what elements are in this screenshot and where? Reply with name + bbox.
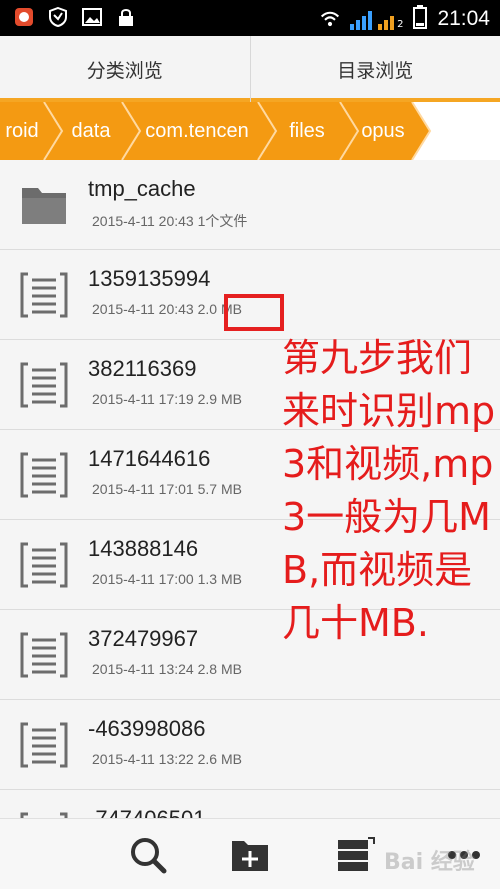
file-meta: 2015-4-11 20:43 1个文件 [92, 213, 248, 229]
storage-icon [338, 837, 375, 871]
storage-button[interactable] [334, 833, 378, 877]
breadcrumb-item-package[interactable]: com.tencen [136, 102, 258, 160]
search-button[interactable] [126, 833, 170, 877]
new-folder-icon [232, 841, 268, 871]
annotation-text: 第九步我们来时识别mp3和视频,mp3一般为几MB,而视频是几十MB. [282, 336, 496, 645]
file-name: 1471644616 [88, 446, 211, 471]
breadcrumb-item-data[interactable]: data [60, 102, 122, 160]
list-item[interactable]: -463998086 2015-4-11 13:22 2.6 MB [0, 700, 500, 790]
breadcrumb: roid data com.tencen files opus [0, 102, 500, 160]
file-name: 382116369 [88, 356, 197, 381]
file-name: 1359135994 [88, 266, 211, 291]
list-item[interactable]: -747406501 [0, 790, 500, 818]
image-icon [82, 7, 102, 27]
file-meta: 2015-4-11 17:00 1.3 MB [92, 571, 242, 587]
tab-category-browse[interactable]: 分类浏览 [0, 36, 251, 102]
list-item[interactable]: tmp_cache 2015-4-11 20:43 1个文件 [0, 160, 500, 250]
file-name: -463998086 [88, 716, 206, 741]
sim-label: 2 [397, 19, 404, 30]
shield-icon [48, 7, 68, 27]
file-name: 143888146 [88, 536, 199, 561]
status-bar: 2 21:04 [0, 0, 500, 36]
size-highlight-box [224, 294, 284, 331]
breadcrumb-item-roid[interactable]: roid [0, 102, 44, 160]
tab-directory-browse[interactable]: 目录浏览 [250, 36, 500, 102]
file-name: -747406501 [88, 806, 205, 818]
wifi-icon [320, 9, 340, 29]
file-meta: 2015-4-11 13:22 2.6 MB [92, 751, 242, 767]
search-icon [131, 838, 167, 874]
document-icon [20, 632, 68, 678]
breadcrumb-item-files[interactable]: files [274, 102, 340, 160]
file-name: 372479967 [88, 626, 199, 651]
file-meta: 2015-4-11 13:24 2.8 MB [92, 661, 242, 677]
signal-bars-icon: 2 [350, 8, 403, 30]
document-icon [20, 542, 68, 588]
document-icon [20, 452, 68, 498]
document-icon [20, 272, 68, 318]
document-icon [20, 722, 68, 768]
tab-bar: 分类浏览 目录浏览 [0, 36, 500, 102]
file-name: tmp_cache [88, 176, 196, 201]
file-meta: 2015-4-11 17:19 2.9 MB [92, 391, 242, 407]
new-folder-button[interactable] [228, 833, 272, 877]
document-icon [20, 812, 68, 818]
battery-icon [413, 5, 428, 33]
app-notification-icon [14, 7, 34, 27]
document-icon [20, 362, 68, 408]
file-meta: 2015-4-11 20:43 2.0 MB [92, 301, 242, 317]
clock: 21:04 [437, 7, 490, 30]
folder-icon [22, 188, 66, 224]
breadcrumb-item-opus[interactable]: opus [354, 102, 412, 160]
file-meta: 2015-4-11 17:01 5.7 MB [92, 481, 242, 497]
watermark: Bai 经验 [384, 850, 475, 875]
lock-icon [116, 7, 136, 27]
